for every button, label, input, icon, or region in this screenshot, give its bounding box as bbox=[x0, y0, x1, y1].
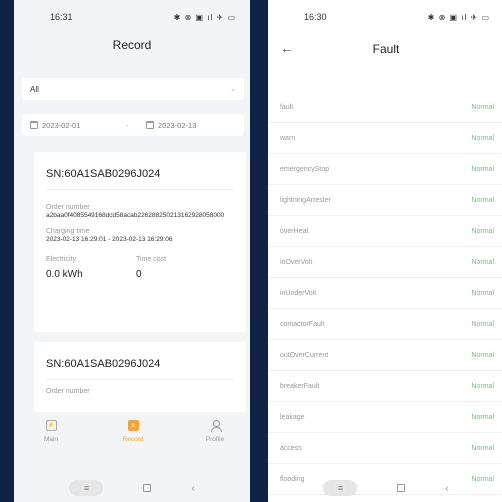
fault-status: Normal bbox=[471, 320, 494, 328]
menu-icon: ≡ bbox=[83, 483, 89, 493]
fault-status: Normal bbox=[471, 444, 494, 452]
recent-apps-button[interactable]: ≡ bbox=[323, 480, 358, 496]
system-navigation-bar: ≡ ‹ bbox=[268, 474, 502, 502]
profile-icon bbox=[210, 420, 222, 432]
fault-status: Normal bbox=[471, 227, 494, 235]
page-title-bar: ← Fault bbox=[268, 38, 502, 60]
fault-status: Normal bbox=[471, 351, 494, 359]
calendar-icon bbox=[146, 120, 154, 129]
status-time: 16:30 bbox=[304, 12, 327, 22]
fault-status: Normal bbox=[471, 258, 494, 266]
fault-row: outOverCurrent Normal bbox=[268, 340, 502, 371]
nav-item-profile[interactable]: Profile bbox=[190, 420, 240, 458]
status-icons: ✱ ⊗ ▣ ıl ✈ ▭ bbox=[427, 12, 490, 22]
page-title: Fault bbox=[372, 42, 400, 56]
back-button[interactable]: ‹ bbox=[191, 483, 194, 494]
start-date-field[interactable]: 2023-02-01 bbox=[30, 120, 126, 130]
fault-status: Normal bbox=[471, 134, 494, 142]
nav-item-main[interactable]: ⚡ Main bbox=[26, 420, 76, 458]
time-cost-value: 0 bbox=[136, 269, 142, 280]
page-title-bar: Record bbox=[14, 34, 250, 56]
bottom-navigation: ⚡ Main ≡ Record Profile bbox=[14, 414, 250, 458]
fault-name: access bbox=[280, 444, 302, 452]
fault-row: leakage Normal bbox=[268, 402, 502, 433]
fault-row: inOverVolt Normal bbox=[268, 247, 502, 278]
fault-name: lightningArrester bbox=[280, 196, 331, 204]
fault-status: Normal bbox=[471, 165, 494, 173]
electricity-label: Electricity bbox=[46, 256, 76, 263]
fault-name: inUnderVolt bbox=[280, 289, 317, 297]
nav-label: Record bbox=[122, 436, 144, 443]
fault-status: Normal bbox=[471, 103, 494, 111]
fault-row: overHeat Normal bbox=[268, 216, 502, 247]
nav-label: Main bbox=[43, 436, 59, 443]
date-range-picker[interactable]: 2023-02-01 - 2023-02-13 bbox=[22, 114, 244, 136]
system-navigation-bar: ≡ ‹ bbox=[14, 474, 250, 502]
main-icon: ⚡ bbox=[45, 420, 57, 431]
record-stats: Electricity 0.0 kWh Time cost 0 bbox=[46, 256, 234, 280]
nav-item-record[interactable]: ≡ Record bbox=[108, 420, 158, 458]
record-screen: 16:31 ✱ ⊗ ▣ ıl ✈ ▭ Record All ⌄ 2023-02-… bbox=[14, 0, 250, 502]
fault-row: warn Normal bbox=[268, 123, 502, 154]
back-button[interactable]: ‹ bbox=[445, 483, 448, 494]
fault-row: breakerFault Normal bbox=[268, 371, 502, 402]
status-bar: 16:30 ✱ ⊗ ▣ ıl ✈ ▭ bbox=[268, 0, 502, 34]
fault-name: warn bbox=[280, 134, 296, 142]
status-bar: 16:31 ✱ ⊗ ▣ ıl ✈ ▭ bbox=[14, 0, 250, 34]
record-serial-number: SN:60A1SAB0296J024 bbox=[46, 358, 234, 380]
electricity-value: 0.0 kWh bbox=[46, 269, 83, 280]
record-icon: ≡ bbox=[127, 420, 139, 431]
fault-name: emergencyStop bbox=[280, 165, 330, 173]
back-arrow-icon[interactable]: ← bbox=[280, 40, 294, 56]
fault-row: lightningArrester Normal bbox=[268, 185, 502, 216]
charging-time-value: 2023-02-13 16:29:01 - 2023-02-13 16:29:0… bbox=[46, 236, 173, 243]
home-button[interactable] bbox=[397, 484, 406, 492]
fault-name: fault bbox=[280, 103, 294, 111]
time-cost-stat: Time cost 0 bbox=[136, 256, 226, 280]
start-date-value: 2023-02-01 bbox=[42, 120, 81, 130]
fault-name: breakerFault bbox=[280, 382, 320, 390]
status-icons: ✱ ⊗ ▣ ıl ✈ ▭ bbox=[173, 12, 236, 22]
fault-name: contactorFault bbox=[280, 320, 325, 328]
fault-status: Normal bbox=[471, 196, 494, 204]
fault-status: Normal bbox=[471, 413, 494, 421]
time-cost-label: Time cost bbox=[136, 256, 167, 263]
record-card[interactable]: SN:60A1SAB0296J024 Order number bbox=[34, 342, 246, 412]
order-number-label: Order number bbox=[46, 204, 90, 211]
status-filter-select[interactable]: All ⌄ bbox=[22, 78, 244, 100]
recent-apps-button[interactable]: ≡ bbox=[69, 480, 104, 496]
fault-name: leakage bbox=[280, 413, 305, 421]
fault-name: inOverVolt bbox=[280, 258, 313, 266]
end-date-field[interactable]: 2023-02-13 bbox=[146, 120, 197, 130]
home-button[interactable] bbox=[143, 484, 152, 492]
menu-icon: ≡ bbox=[337, 483, 343, 493]
fault-screen: 16:30 ✱ ⊗ ▣ ıl ✈ ▭ ← Fault fault Normal wa… bbox=[268, 0, 502, 502]
fault-row: contactorFault Normal bbox=[268, 309, 502, 340]
calendar-icon bbox=[30, 120, 38, 129]
charging-time-label: Charging time bbox=[46, 228, 90, 235]
nav-label: Profile bbox=[205, 436, 225, 443]
end-date-value: 2023-02-13 bbox=[158, 120, 197, 130]
order-number-label: Order number bbox=[46, 388, 90, 395]
fault-row: access Normal bbox=[268, 433, 502, 464]
record-serial-number: SN:60A1SAB0296J024 bbox=[46, 168, 234, 190]
status-time: 16:31 bbox=[50, 12, 73, 22]
order-number-value: a2baa0f4085549168dcd58acab22628825021316… bbox=[46, 212, 225, 219]
fault-row: fault Normal bbox=[268, 92, 502, 123]
filter-value: All bbox=[30, 84, 39, 94]
fault-status: Normal bbox=[471, 289, 494, 297]
electricity-stat: Electricity 0.0 kWh bbox=[46, 256, 136, 280]
fault-status: Normal bbox=[471, 382, 494, 390]
fault-row: emergencyStop Normal bbox=[268, 154, 502, 185]
fault-row: inUnderVolt Normal bbox=[268, 278, 502, 309]
fault-name: outOverCurrent bbox=[280, 351, 329, 359]
chevron-down-icon: ⌄ bbox=[230, 86, 236, 93]
page-title: Record bbox=[112, 38, 152, 52]
date-separator: - bbox=[126, 120, 129, 130]
record-card[interactable]: SN:60A1SAB0296J024 Order number a2baa0f4… bbox=[34, 152, 246, 332]
fault-name: overHeat bbox=[280, 227, 309, 235]
